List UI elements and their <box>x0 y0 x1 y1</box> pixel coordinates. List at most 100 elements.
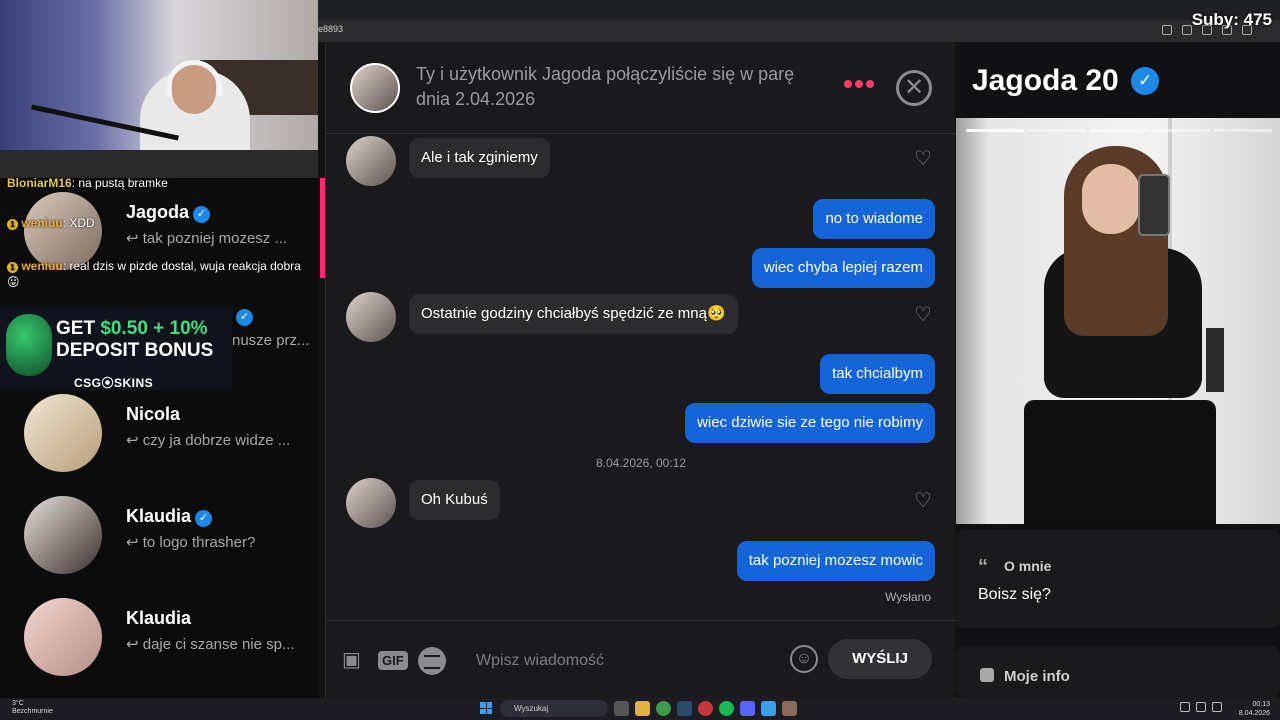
network-icon[interactable] <box>1196 702 1206 712</box>
stream-chat-line: 1 weniuu: real dzis w pizde dostal, wuja… <box>7 259 301 289</box>
taskbar-search[interactable]: Wyszukaj <box>500 700 608 717</box>
avatar <box>346 292 396 342</box>
webcam-overlay <box>0 0 318 178</box>
taskbar-apps <box>614 701 797 716</box>
task-view-icon[interactable] <box>614 701 629 716</box>
more-options-icon[interactable] <box>844 80 874 88</box>
steam-icon[interactable] <box>677 701 692 716</box>
mascot-icon <box>6 314 52 376</box>
verified-icon: ✓ <box>193 206 211 223</box>
send-button[interactable]: WYŚLIJ <box>828 639 932 679</box>
emoji-icon[interactable]: ☺ <box>790 645 818 673</box>
verified-icon: ✓ <box>1131 67 1160 95</box>
about-label: O mnie <box>1004 558 1052 574</box>
photo-indicator[interactable] <box>1152 129 1210 132</box>
desk <box>0 150 318 178</box>
gif-button[interactable]: GIF <box>378 651 408 670</box>
subs-counter: Suby: 475 <box>1191 10 1272 29</box>
sent-status: Wysłano <box>885 590 931 604</box>
more-info-label: Moje info <box>1004 668 1070 685</box>
match-info: Ty i użytkownik Jagoda połączyliście się… <box>416 64 795 109</box>
info-card-icon <box>980 668 994 682</box>
quote-icon: “ <box>978 556 988 578</box>
more-info-section[interactable]: Moje info <box>956 646 1280 698</box>
conversation-item-klaudia[interactable]: Klaudia ✓ ↩ to logo thrasher? <box>24 496 324 576</box>
taskbar: 3°C Bezchmurnie Wyszukaj 00:13 8.04.2026 <box>0 698 1280 720</box>
photo-indicator[interactable] <box>1028 129 1086 132</box>
discord-icon[interactable] <box>740 701 755 716</box>
conversation-name: Klaudia ✓ <box>126 506 213 527</box>
avatar <box>24 394 102 472</box>
active-app-icon[interactable] <box>782 701 797 716</box>
avatar <box>346 478 396 528</box>
message-outgoing: no to wiadome <box>813 199 935 239</box>
ad-line-1: GET $0.50 + 10% <box>56 318 208 339</box>
conversation-name: Jagoda ✓ <box>126 202 211 223</box>
address-text: e8893 <box>318 24 344 34</box>
chrome-icon[interactable] <box>656 701 671 716</box>
photo-indicator[interactable] <box>1214 129 1272 132</box>
spotify-taskbar-icon[interactable] <box>719 701 734 716</box>
chat-header: Ty i użytkownik Jagoda połączyliście się… <box>326 42 956 134</box>
sub-badge-icon: 1 <box>7 219 18 230</box>
avatar <box>24 598 102 676</box>
app-icon[interactable] <box>698 701 713 716</box>
start-menu-icon[interactable] <box>480 702 492 714</box>
chat-panel: Ty i użytkownik Jagoda połączyliście się… <box>325 42 956 698</box>
photo-indicator[interactable] <box>1090 129 1148 132</box>
close-chat-button[interactable]: ✕ <box>896 70 932 106</box>
avatar <box>24 496 102 574</box>
sponsor-ad: GET $0.50 + 10% DEPOSIT BONUS CSG⦿SKINS <box>0 306 232 390</box>
date-separator: 8.04.2026, 00:12 <box>595 456 687 470</box>
about-section: “ O mnie Boisz się? <box>956 530 1280 628</box>
stream-chat-line: BloniarM16: na pustą bramke <box>7 176 168 190</box>
profile-panel: Jagoda 20 ✓ “ O mnie Boisz się? Moje inf… <box>956 42 1280 698</box>
heart-icon[interactable]: ♡ <box>914 302 932 327</box>
conversation-item-nicola[interactable]: Nicola ↩ czy ja dobrze widze ... <box>24 394 324 474</box>
stream-chat-line: 1 weniuu: XDD <box>7 216 95 230</box>
message-bubble: Oh Kubuś <box>409 480 500 520</box>
match-avatar[interactable] <box>350 63 400 113</box>
ad-brand: CSG⦿SKINS <box>74 376 154 390</box>
avatar <box>346 136 396 186</box>
message-outgoing: wiec chyba lepiej razem <box>751 248 935 288</box>
conversation-item-klaudia-2[interactable]: Klaudia ↩ daje ci szanse nie sp... <box>24 598 324 678</box>
browser-tab-bar <box>318 0 1280 20</box>
profile-photo[interactable] <box>956 118 1280 524</box>
conversation-snippet: ↩ tak pozniej mozesz ... <box>126 230 287 247</box>
message-composer: ▣ GIF ☺ WYŚLIJ <box>326 620 956 698</box>
profile-name: Jagoda 20 ✓ <box>972 64 1160 98</box>
heart-icon[interactable]: ♡ <box>914 488 932 513</box>
photo-indicator[interactable] <box>966 129 1024 132</box>
heart-icon[interactable]: ♡ <box>914 146 932 171</box>
message-bubble: Ale i tak zginiemy <box>409 138 550 178</box>
spotify-icon[interactable] <box>418 647 446 675</box>
photo-progress <box>966 129 1272 132</box>
location-icon[interactable] <box>1162 25 1172 35</box>
message-input[interactable] <box>476 649 776 673</box>
clock[interactable]: 00:13 8.04.2026 <box>1239 700 1270 718</box>
message-outgoing: tak pozniej mozesz mowic <box>736 541 935 581</box>
conversation-snippet: ↩ daje ci szanse nie sp... <box>126 636 295 653</box>
conversation-snippet: nusze prz... <box>232 332 310 349</box>
verified-icon: ✓ <box>195 510 213 527</box>
system-tray <box>1180 702 1222 712</box>
notepad-icon[interactable] <box>761 701 776 716</box>
file-explorer-icon[interactable] <box>635 701 650 716</box>
key-icon[interactable] <box>1182 25 1192 35</box>
about-text: Boisz się? <box>978 586 1051 603</box>
conversation-snippet: ↩ czy ja dobrze widze ... <box>126 432 291 449</box>
conversation-name: Nicola <box>126 404 181 424</box>
conversation-snippet: ↩ to logo thrasher? <box>126 534 256 551</box>
browser-address-bar[interactable]: e8893 <box>318 20 1280 42</box>
verified-icon: ✓ <box>236 309 253 326</box>
message-bubble: Ostatnie godziny chciałbyś spędzić ze mn… <box>409 294 738 334</box>
volume-icon[interactable] <box>1212 702 1222 712</box>
weather-widget[interactable]: 3°C Bezchmurnie <box>12 700 53 716</box>
contact-card-icon[interactable]: ▣ <box>342 647 361 672</box>
message-outgoing: wiec dziwie sie ze tego nie robimy <box>685 403 935 443</box>
tray-chevron-icon[interactable] <box>1180 702 1190 712</box>
sub-badge-icon: 1 <box>7 262 18 273</box>
message-outgoing: tak chcialbym <box>820 354 935 394</box>
ad-line-2: DEPOSIT BONUS <box>56 340 214 361</box>
